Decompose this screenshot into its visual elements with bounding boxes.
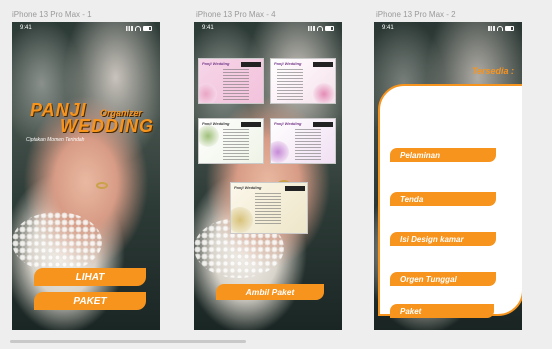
status-time: 9:41 bbox=[382, 25, 394, 31]
tenda-button[interactable]: Tenda bbox=[390, 192, 496, 206]
pelaminan-button[interactable]: Pelaminan bbox=[390, 148, 496, 162]
package-card-1[interactable]: Panji Wedding bbox=[198, 58, 264, 104]
status-bar: 9:41 bbox=[12, 22, 160, 34]
ambil-paket-button[interactable]: Ambil Paket bbox=[216, 284, 324, 300]
phone-frame-services: 9:41 Tersedia : Pelaminan Tenda Isi Desi… bbox=[374, 22, 522, 330]
battery-icon bbox=[505, 25, 514, 31]
flower-decoration bbox=[313, 83, 335, 103]
status-bar: 9:41 bbox=[194, 22, 342, 34]
paket-option-button[interactable]: Paket bbox=[390, 304, 494, 318]
signal-icon bbox=[126, 25, 133, 31]
frame-label-1: iPhone 13 Pro Max - 1 bbox=[12, 10, 92, 19]
brand-tagline: Ciptakan Momen Terindah bbox=[26, 137, 85, 143]
wifi-icon bbox=[135, 25, 141, 31]
services-heading: Tersedia : bbox=[471, 66, 514, 76]
package-details bbox=[223, 69, 249, 101]
package-details bbox=[295, 129, 321, 161]
package-card-5[interactable]: Panji Wedding bbox=[230, 182, 308, 234]
status-bar: 9:41 bbox=[374, 22, 522, 34]
orgen-tunggal-button[interactable]: Orgen Tunggal bbox=[390, 272, 496, 286]
package-details bbox=[277, 69, 303, 101]
price-tag bbox=[285, 186, 305, 191]
package-card-4[interactable]: Panji Wedding bbox=[270, 118, 336, 164]
phone-frame-home: 9:41 PANJI Organizer WEDDING Ciptakan Mo… bbox=[12, 22, 160, 330]
package-card-3[interactable]: Panji Wedding bbox=[198, 118, 264, 164]
price-tag bbox=[313, 122, 333, 127]
flower-decoration bbox=[231, 207, 253, 233]
battery-icon bbox=[325, 25, 334, 31]
package-card-2[interactable]: Panji Wedding bbox=[270, 58, 336, 104]
wifi-icon bbox=[317, 25, 323, 31]
flower-decoration bbox=[199, 83, 217, 103]
canvas-horizontal-scrollbar[interactable] bbox=[10, 340, 246, 343]
package-details bbox=[255, 193, 281, 225]
package-card-title: Panji Wedding bbox=[274, 61, 302, 66]
isi-design-kamar-button[interactable]: Isi Design kamar bbox=[390, 232, 496, 246]
paket-button[interactable]: PAKET bbox=[34, 292, 146, 310]
package-details bbox=[223, 129, 249, 161]
flower-decoration bbox=[271, 141, 289, 163]
price-tag bbox=[241, 122, 261, 127]
status-time: 9:41 bbox=[202, 25, 214, 31]
package-card-title: Panji Wedding bbox=[202, 61, 230, 66]
lihat-button[interactable]: LIHAT bbox=[34, 268, 146, 286]
frame-label-4: iPhone 13 Pro Max - 4 bbox=[196, 10, 276, 19]
frame-label-2: iPhone 13 Pro Max - 2 bbox=[376, 10, 456, 19]
wifi-icon bbox=[497, 25, 503, 31]
flower-bouquet bbox=[12, 212, 102, 272]
status-time: 9:41 bbox=[20, 25, 32, 31]
signal-icon bbox=[488, 25, 495, 31]
signal-icon bbox=[308, 25, 315, 31]
leaf-decoration bbox=[199, 125, 219, 147]
price-tag bbox=[241, 62, 261, 67]
package-card-title: Panji Wedding bbox=[274, 121, 302, 126]
price-tag bbox=[313, 62, 333, 67]
services-panel: Pelaminan Tenda Isi Design kamar Orgen T… bbox=[378, 84, 522, 318]
battery-icon bbox=[143, 25, 152, 31]
phone-frame-packages: 9:41 Panji Wedding Panji Wedding Panji W… bbox=[194, 22, 342, 330]
brand-title-wedding: WEDDING bbox=[60, 116, 154, 136]
ring-decoration bbox=[96, 182, 108, 189]
package-card-title: Panji Wedding bbox=[234, 185, 262, 190]
